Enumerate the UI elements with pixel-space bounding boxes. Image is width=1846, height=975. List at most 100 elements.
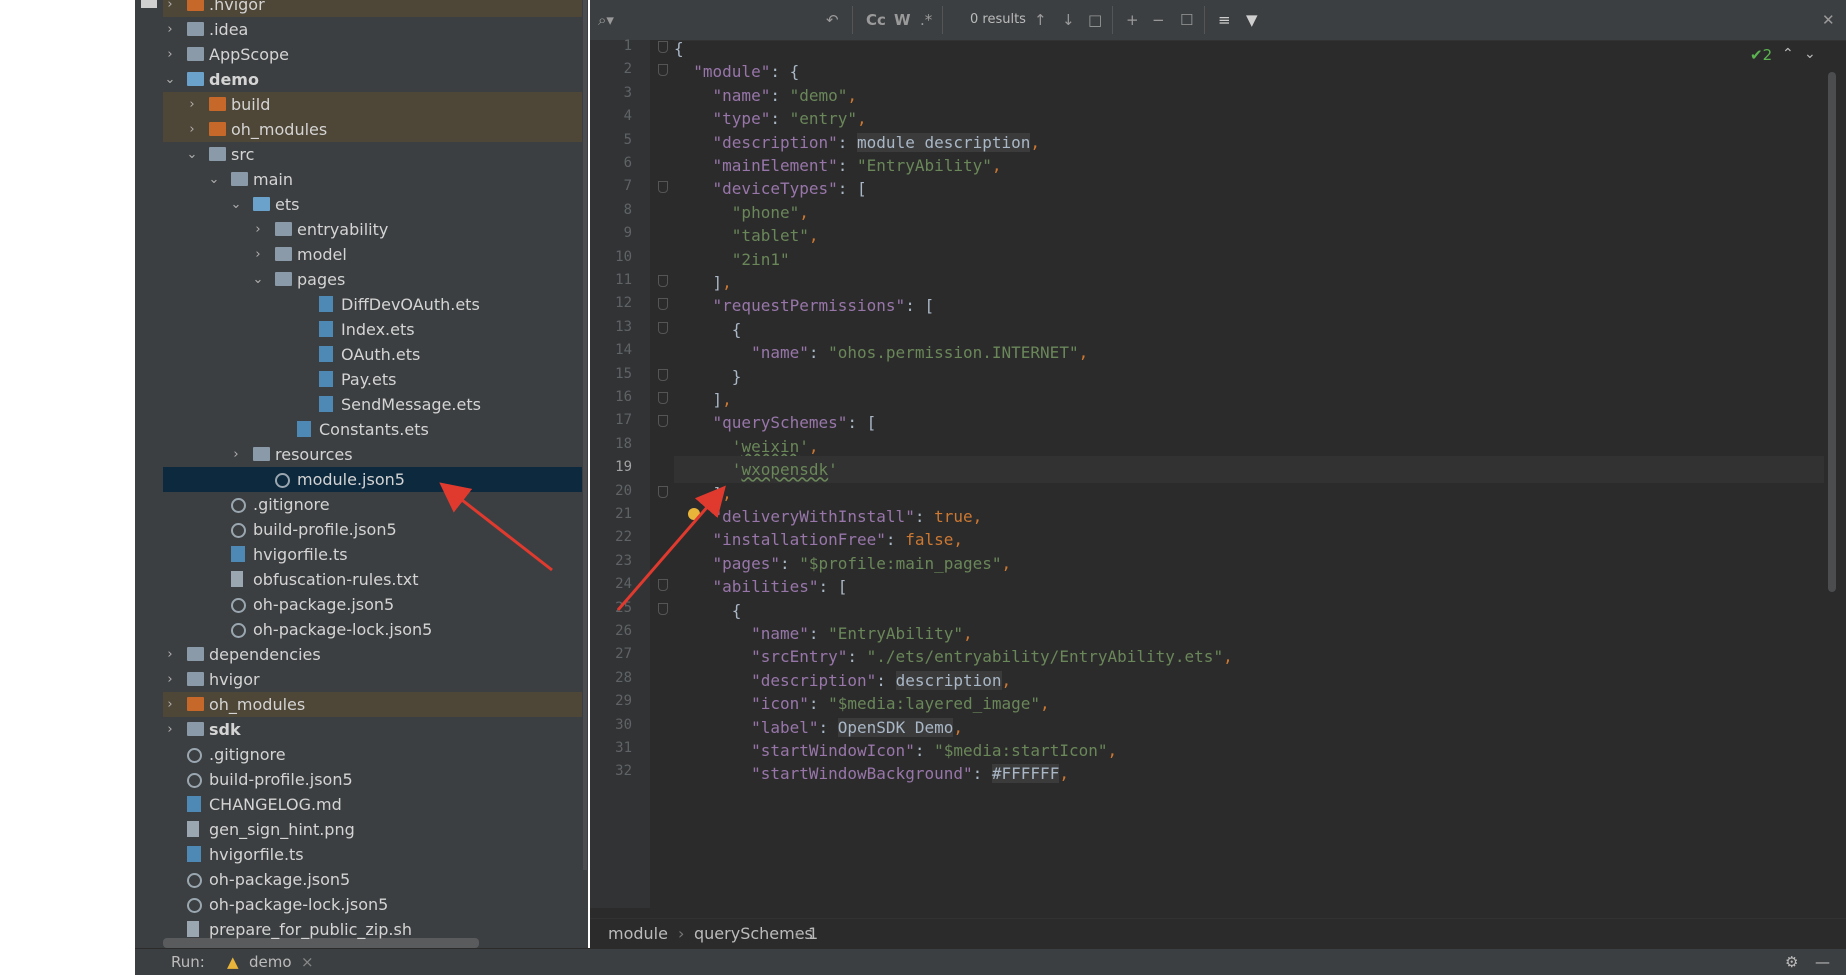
tree-item[interactable]: module.json5 <box>163 467 587 492</box>
tree-item[interactable]: CHANGELOG.md <box>163 792 587 817</box>
chevron-right-icon[interactable]: › <box>251 242 265 267</box>
chevron-right-icon[interactable]: › <box>251 217 265 242</box>
chevron-right-icon[interactable]: › <box>185 92 199 117</box>
chevron-down-icon[interactable]: ⌄ <box>229 192 243 217</box>
tree-item[interactable]: › dependencies <box>163 642 587 667</box>
select-all-occurrences-icon[interactable]: □ <box>1088 8 1102 32</box>
chevron-right-icon[interactable]: › <box>163 692 177 717</box>
previous-occurrence-icon[interactable]: ↑ <box>1034 8 1047 32</box>
chevron-right-icon[interactable]: › <box>163 717 177 742</box>
fold-marker-icon[interactable] <box>658 368 668 381</box>
project-vertical-scrollbar[interactable] <box>582 0 588 948</box>
select-all-icon[interactable]: ☐ <box>1180 8 1193 32</box>
undo-icon[interactable]: ↶ <box>826 8 839 32</box>
filter-search-icon[interactable]: ≡ <box>1218 8 1231 32</box>
tree-item[interactable]: oh-package.json5 <box>163 592 587 617</box>
fold-marker-icon[interactable] <box>658 41 668 53</box>
chevron-down-icon[interactable]: ⌄ <box>185 142 199 167</box>
tree-item[interactable]: Constants.ets <box>163 417 587 442</box>
chevron-up-icon[interactable]: ⌃ <box>1782 46 1794 62</box>
add-selection-icon[interactable]: + <box>1126 8 1139 32</box>
tree-item[interactable]: › resources <box>163 442 587 467</box>
chevron-right-icon[interactable]: › <box>163 42 177 67</box>
project-tool-button[interactable] <box>141 0 157 8</box>
remove-selection-icon[interactable]: − <box>1152 8 1165 32</box>
tree-item[interactable]: › sdk <box>163 717 587 742</box>
tree-item[interactable]: .gitignore <box>163 492 587 517</box>
tree-item[interactable]: › .idea <box>163 17 587 42</box>
chevron-down-icon[interactable]: ⌄ <box>163 67 177 92</box>
close-tab-icon[interactable]: × <box>301 949 314 975</box>
tree-item[interactable]: Pay.ets <box>163 367 587 392</box>
chevron-down-icon[interactable]: ⌄ <box>1804 46 1816 62</box>
chevron-right-icon[interactable]: › <box>163 17 177 42</box>
match-case-button[interactable]: Cc <box>866 8 886 32</box>
filter-icon[interactable]: ▼ <box>1246 8 1258 32</box>
lightbulb-icon[interactable] <box>688 508 700 520</box>
tree-item[interactable]: hvigorfile.ts <box>163 542 587 567</box>
tree-item[interactable]: OAuth.ets <box>163 342 587 367</box>
tree-item[interactable]: oh-package-lock.json5 <box>163 892 587 917</box>
fold-marker-icon[interactable] <box>658 298 668 311</box>
whole-words-button[interactable]: W <box>894 8 911 32</box>
gear-icon[interactable]: ⚙ <box>1785 949 1798 975</box>
tree-item[interactable]: oh-package.json5 <box>163 867 587 892</box>
tree-item[interactable]: SendMessage.ets <box>163 392 587 417</box>
tree-item[interactable]: ⌄ main <box>163 167 587 192</box>
folder-icon <box>187 697 204 711</box>
tree-item[interactable]: Index.ets <box>163 317 587 342</box>
breadcrumb-item-index[interactable]: 1 <box>808 919 818 949</box>
tree-item[interactable]: .gitignore <box>163 742 587 767</box>
tree-item-label: .gitignore <box>253 495 330 514</box>
tree-item[interactable]: ⌄ ets <box>163 192 587 217</box>
tree-item[interactable]: › oh_modules <box>163 692 587 717</box>
fold-marker-icon[interactable] <box>658 602 668 615</box>
chevron-right-icon[interactable]: › <box>163 667 177 692</box>
fold-marker-icon[interactable] <box>658 64 668 77</box>
tree-item[interactable]: › model <box>163 242 587 267</box>
minimize-icon[interactable]: — <box>1815 949 1830 975</box>
tree-item[interactable]: prepare_for_public_zip.sh <box>163 917 587 942</box>
fold-marker-icon[interactable] <box>658 392 668 404</box>
fold-marker-icon[interactable] <box>658 275 668 287</box>
close-icon[interactable]: ✕ <box>1822 8 1835 32</box>
tree-item[interactable]: › build <box>163 92 587 117</box>
tree-item[interactable]: obfuscation-rules.txt <box>163 567 587 592</box>
tree-item[interactable]: DiffDevOAuth.ets <box>163 292 587 317</box>
tree-item-label: Index.ets <box>341 320 415 339</box>
tree-item[interactable]: › AppScope <box>163 42 587 67</box>
regex-button[interactable]: .* <box>920 8 932 32</box>
tree-item[interactable]: gen_sign_hint.png <box>163 817 587 842</box>
tree-item[interactable]: › entryability <box>163 217 587 242</box>
inspection-status[interactable]: ✔2 <box>1750 46 1772 64</box>
chevron-down-icon[interactable]: ⌄ <box>207 167 221 192</box>
tree-item[interactable]: build-profile.json5 <box>163 767 587 792</box>
chevron-right-icon[interactable]: › <box>185 117 199 142</box>
breadcrumb-item-module[interactable]: module <box>608 919 668 949</box>
tree-item[interactable]: oh-package-lock.json5 <box>163 617 587 642</box>
fold-marker-icon[interactable] <box>658 181 668 194</box>
tree-item[interactable]: ⌄ pages <box>163 267 587 292</box>
tree-item[interactable]: build-profile.json5 <box>163 517 587 542</box>
fold-marker-icon[interactable] <box>658 415 668 428</box>
chevron-right-icon[interactable]: › <box>163 642 177 667</box>
file-icon <box>319 396 333 412</box>
tree-item[interactable]: hvigorfile.ts <box>163 842 587 867</box>
fold-marker-icon[interactable] <box>658 579 668 592</box>
tree-item[interactable]: › hvigor <box>163 667 587 692</box>
run-tab-demo[interactable]: demo <box>249 949 292 975</box>
fold-marker-icon[interactable] <box>658 485 668 498</box>
search-icon[interactable]: ⌕▾ <box>598 8 614 32</box>
chevron-right-icon[interactable]: › <box>229 442 243 467</box>
tree-item[interactable]: ⌄ src <box>163 142 587 167</box>
code-line[interactable]: "startWindowBackground": #FFFFFF, <box>674 760 1824 787</box>
fold-marker-icon[interactable] <box>658 321 668 334</box>
tree-item[interactable]: ⌄ demo <box>163 67 587 92</box>
chevron-down-icon[interactable]: ⌄ <box>251 267 265 292</box>
tree-item[interactable]: › .hvigor <box>163 0 587 17</box>
editor-vertical-scrollbar[interactable] <box>1828 72 1836 592</box>
chevron-right-icon[interactable]: › <box>163 0 177 17</box>
tree-item[interactable]: › oh_modules <box>163 117 587 142</box>
next-occurrence-icon[interactable]: ↓ <box>1062 8 1075 32</box>
tree-item-label: oh-package.json5 <box>209 870 351 889</box>
